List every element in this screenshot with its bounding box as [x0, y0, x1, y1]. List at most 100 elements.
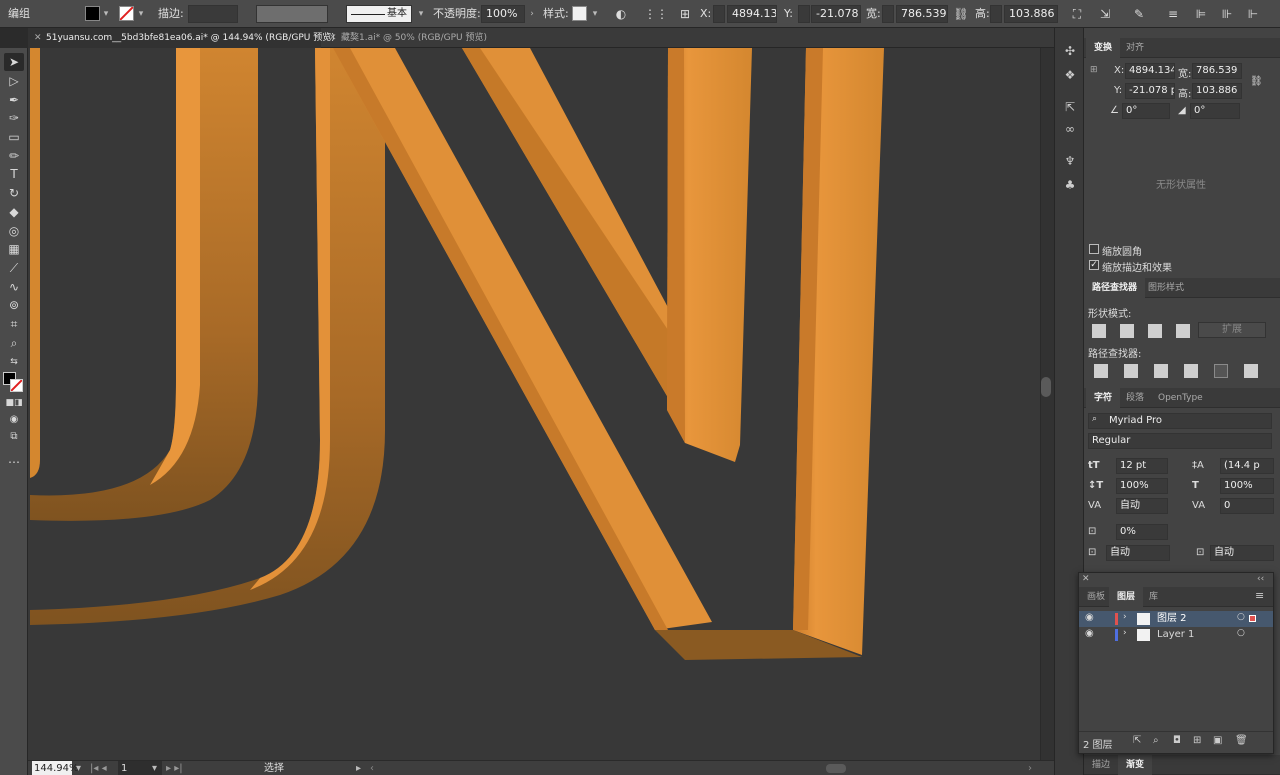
artwork-canvas[interactable] — [28, 48, 1040, 760]
layer-name[interactable]: Layer 1 — [1157, 627, 1194, 643]
width-field[interactable]: 786.539 p — [896, 5, 948, 23]
trash-icon[interactable]: 🗑 — [1235, 735, 1248, 746]
blend-tool-icon[interactable]: ∿ — [4, 278, 24, 296]
stroke-color-icon[interactable] — [10, 379, 23, 392]
curvature-tool-icon[interactable]: ✑ — [4, 109, 24, 127]
screen-mode-icon[interactable]: ⧉ — [4, 428, 24, 446]
tab-align[interactable]: 对齐 — [1118, 38, 1152, 58]
crop-button[interactable] — [1184, 364, 1198, 378]
more-tools-icon[interactable]: ⋯ — [4, 453, 24, 471]
rotate-tool-icon[interactable]: ↻ — [4, 184, 24, 202]
eraser-tool-icon[interactable]: ◆ — [4, 203, 24, 221]
links-panel-icon[interactable]: ∞ — [1061, 120, 1079, 138]
vertical-scrollbar[interactable] — [1040, 48, 1054, 760]
tracking-field[interactable]: 0 — [1220, 498, 1274, 514]
leading-field[interactable]: (14.4 p — [1220, 458, 1274, 474]
tab-graphic-styles[interactable]: 图形样式 — [1140, 278, 1192, 298]
y-stepper[interactable] — [798, 5, 810, 23]
variable-width-field[interactable] — [256, 5, 328, 23]
chevron-down-icon[interactable]: ▾ — [590, 0, 600, 28]
fill-swatch[interactable] — [85, 6, 100, 21]
gradient-tool-icon[interactable]: ▦ — [4, 240, 24, 258]
scale-corners-checkbox[interactable] — [1089, 244, 1099, 254]
divide-button[interactable] — [1094, 364, 1108, 378]
tab-gradient[interactable]: 渐变 — [1118, 755, 1153, 775]
stroke-profile-select[interactable]: 基本 — [346, 5, 412, 23]
outline-button[interactable] — [1214, 364, 1228, 378]
graphic-style-swatch[interactable] — [572, 6, 587, 21]
y-field[interactable]: -21.078 p — [811, 5, 861, 23]
brush-panel-icon[interactable]: ✣ — [1061, 42, 1079, 60]
panel-menu-icon[interactable]: ≡ — [1255, 589, 1264, 602]
chevron-right-icon[interactable]: › — [527, 0, 537, 28]
club-symbol-icon[interactable]: ♣ — [1061, 176, 1079, 194]
constrain-proportions-icon[interactable]: ⛓ — [1250, 76, 1263, 87]
tab-document-1[interactable]: ✕ 51yuansu.com__5bd3bfe81ea06.ai* @ 144.… — [28, 28, 335, 48]
vertical-scale-field[interactable]: 100% — [1116, 478, 1168, 494]
stroke-swatch[interactable] — [119, 6, 134, 21]
stroke-weight-field[interactable] — [188, 5, 238, 23]
tab-transform[interactable]: 变换 — [1086, 38, 1121, 58]
transform-width-field[interactable]: 786.539 p — [1192, 63, 1242, 79]
paintbrush-tool-icon[interactable]: ✏ — [4, 147, 24, 165]
tab-pathfinder[interactable]: 路径查找器 — [1084, 278, 1146, 298]
height-stepper[interactable] — [990, 5, 1002, 23]
clip-mask-icon[interactable]: ◘ — [1173, 735, 1181, 746]
tab-document-2[interactable]: ✕ 藏獒1.ai* @ 50% (RGB/GPU 预览) — [323, 28, 523, 48]
export-panel-icon[interactable]: ⇱ — [1061, 98, 1079, 116]
warp-tool-icon[interactable]: ◎ — [4, 222, 24, 240]
chevron-down-icon[interactable]: ▾ — [76, 761, 81, 775]
eye-icon[interactable]: ◉ — [1085, 628, 1094, 639]
swap-colors-icon[interactable]: ⇆ — [4, 353, 24, 371]
minus-front-button[interactable] — [1120, 324, 1134, 338]
layer-row[interactable]: ◉ › 图层 2 ○ — [1079, 611, 1273, 627]
tab-libraries[interactable]: 库 — [1141, 587, 1166, 607]
tab-artboards[interactable]: 画板 — [1079, 587, 1113, 607]
width-stepper[interactable] — [882, 5, 894, 23]
eyedropper-tool-icon[interactable]: ⟋ — [4, 259, 24, 277]
link-proportions-icon[interactable]: ⛓ — [952, 5, 970, 23]
transform-height-field[interactable]: 103.886 p — [1192, 83, 1242, 99]
font-family-field[interactable]: Myriad Pro — [1088, 413, 1272, 429]
chevron-right-icon[interactable]: ▸ — [356, 761, 361, 775]
color-mode-icon[interactable]: ■◨ — [4, 394, 24, 412]
new-sublayer-icon[interactable]: ⊞ — [1193, 735, 1201, 746]
isolate-icon[interactable]: ⇲ — [1096, 5, 1114, 23]
tab-paragraph[interactable]: 段落 — [1118, 388, 1152, 408]
zoom-tool-icon[interactable]: ⌕ — [4, 334, 24, 352]
tsume-field[interactable]: 0% — [1116, 524, 1168, 540]
horizontal-scale-field[interactable]: 100% — [1220, 478, 1274, 494]
aki-right-field[interactable]: 自动 — [1210, 545, 1274, 561]
export-icon[interactable]: ⇱ — [1133, 735, 1141, 746]
merge-button[interactable] — [1154, 364, 1168, 378]
trim-button[interactable] — [1124, 364, 1138, 378]
intersect-button[interactable] — [1148, 324, 1162, 338]
draw-mode-icon[interactable]: ◉ — [4, 411, 24, 429]
rectangle-tool-icon[interactable]: ▭ — [4, 128, 24, 146]
scroll-left-icon[interactable]: ‹ — [370, 761, 374, 775]
close-icon[interactable]: ✕ — [34, 28, 42, 48]
last-artboard-icon[interactable]: ▸ ▸| — [166, 761, 183, 775]
reference-point-icon[interactable]: ⊞ — [1090, 65, 1098, 75]
exclude-button[interactable] — [1176, 324, 1190, 338]
shear-angle-field[interactable]: 0° — [1190, 103, 1240, 119]
chevron-down-icon[interactable]: ▾ — [101, 0, 111, 28]
rotate-angle-field[interactable]: 0° — [1122, 103, 1170, 119]
expand-button[interactable]: 扩展 — [1198, 322, 1266, 338]
recolor-icon[interactable]: ◐ — [612, 5, 630, 23]
expand-arrow-icon[interactable]: › — [1123, 612, 1127, 622]
scale-strokes-checkbox[interactable]: ✓ — [1089, 260, 1099, 270]
kerning-field[interactable]: 自动 — [1116, 498, 1168, 514]
tab-character[interactable]: 字符 — [1086, 388, 1121, 408]
align-right-icon[interactable]: ⊩ — [1244, 5, 1262, 23]
target-icon[interactable]: ○ — [1237, 628, 1245, 638]
transform-y-field[interactable]: -21.078 p — [1125, 83, 1175, 99]
expand-arrow-icon[interactable]: › — [1123, 628, 1127, 638]
eye-icon[interactable]: ◉ — [1085, 612, 1094, 623]
tab-opentype[interactable]: OpenType — [1150, 388, 1211, 408]
zoom-field[interactable]: 144.94% — [32, 761, 79, 775]
selection-indicator[interactable] — [1249, 615, 1256, 622]
chevron-down-icon[interactable]: ▾ — [152, 761, 157, 775]
horizontal-scroll-thumb[interactable] — [826, 764, 846, 773]
collapse-icon[interactable]: ‹‹ — [1257, 574, 1264, 584]
